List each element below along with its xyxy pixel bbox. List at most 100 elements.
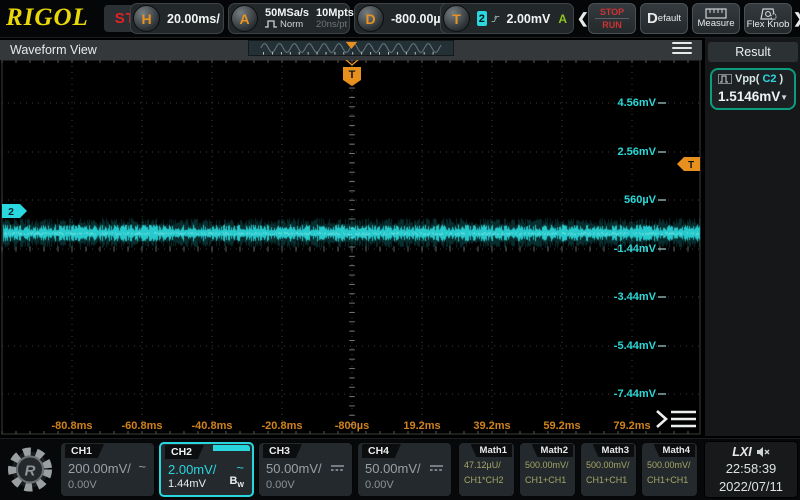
t-axis-label: -80.8ms xyxy=(40,420,104,432)
marker-overlay: T 2 T xyxy=(0,38,702,436)
rigol-logo: RIGOL xyxy=(6,4,89,32)
trigger-settings-group[interactable]: T 2 2.00mV A xyxy=(440,3,574,34)
ac-coupling-icon: ~ xyxy=(236,460,244,475)
acquire-knob[interactable]: A xyxy=(231,5,258,32)
trigger-source-badge: 2 xyxy=(477,11,487,26)
bandwidth-limit-badge: BW xyxy=(229,475,244,489)
waveform-view-title: Waveform View xyxy=(10,43,97,57)
v-axis-label: 2.56mV xyxy=(617,146,656,159)
measurement-dropdown-caret[interactable]: ▼ xyxy=(780,93,788,102)
horizontal-knob[interactable]: H xyxy=(133,5,160,32)
t-axis-label: 79.2ms xyxy=(600,420,664,432)
ch2-offset: 1.44mV xyxy=(168,478,206,490)
math3-expression: CH1+CH1 xyxy=(586,475,627,485)
flex-knob-label: Flex Knob xyxy=(747,20,790,30)
math3-scale: 500.00mV/ xyxy=(586,460,630,470)
t-axis-label: -40.8ms xyxy=(180,420,244,432)
toolbar-prev-chevron[interactable]: ❮ xyxy=(577,10,589,27)
pulse-icon xyxy=(265,20,278,28)
ch4-offset: 0.00V xyxy=(365,479,394,491)
v-axis-label: 560µV xyxy=(624,194,656,207)
t-axis-label: 59.2ms xyxy=(530,420,594,432)
ch2-tab: CH2 xyxy=(165,445,204,459)
math-card-math1[interactable]: Math1 47.12µU/ CH1*CH2 xyxy=(458,442,515,497)
ch1-scale: 200.00mV/ xyxy=(68,461,131,476)
timebase-overview-strip[interactable] xyxy=(248,40,454,56)
v-axis-label: -5.44mV xyxy=(614,340,656,353)
t-axis-label: -60.8ms xyxy=(110,420,174,432)
memory-depth-value: 10Mpts xyxy=(316,8,354,19)
sample-interval-value: 20ns/pt xyxy=(316,19,354,30)
rising-edge-icon xyxy=(491,12,500,26)
default-button[interactable]: Default xyxy=(640,3,688,34)
trigger-level-marker[interactable]: T xyxy=(677,157,700,171)
trigger-position-flag[interactable]: T xyxy=(343,67,361,86)
math-card-math3[interactable]: Math3 500.00mV/ CH1+CH1 xyxy=(580,442,637,497)
math-card-math2[interactable]: Math2 500.00mV/ CH1+CH1 xyxy=(519,442,576,497)
v-axis-label: -1.44mV xyxy=(614,243,656,256)
system-time: 22:58:39 xyxy=(705,461,797,476)
v-axis-label: -7.44mV xyxy=(614,388,656,401)
delay-knob[interactable]: D xyxy=(357,5,384,32)
ch4-scale: 50.00mV/ xyxy=(365,461,421,476)
acquire-mode-value: Norm xyxy=(280,19,303,30)
ch4-tab: CH4 xyxy=(362,444,401,458)
math2-scale: 500.00mV/ xyxy=(525,460,569,470)
dc-coupling-icon xyxy=(430,464,443,472)
math4-tab: Math4 xyxy=(654,444,695,457)
math1-scale: 47.12µU/ xyxy=(464,460,501,470)
t-axis-label: -800µs xyxy=(320,420,384,432)
channel2-offset-marker[interactable]: 2 xyxy=(2,204,27,218)
math4-scale: 500.00mV/ xyxy=(647,460,691,470)
ch3-offset: 0.00V xyxy=(266,479,295,491)
trigger-level-label: T xyxy=(688,160,694,171)
trigger-mode-indicator: A xyxy=(558,12,567,26)
channel-card-ch4[interactable]: CH4 50.00mV/ 0.00V xyxy=(357,442,452,497)
horizontal-scale-value: 20.00ms/ xyxy=(167,12,220,26)
horizontal-settings-group[interactable]: H 20.00ms/ xyxy=(130,3,224,34)
ch2-scale: 2.00mV/ xyxy=(168,462,216,477)
measurement-source: C2 xyxy=(762,73,776,85)
math2-tab: Math2 xyxy=(532,444,573,457)
measurement-value: 1.5146mV xyxy=(718,89,780,104)
lxi-logo: LXI xyxy=(732,445,751,459)
trigger-level-value: 2.00mV xyxy=(507,12,551,26)
channel-card-ch2[interactable]: CH2 2.00mV/ ~ 1.44mV BW xyxy=(159,442,254,497)
ch3-scale: 50.00mV/ xyxy=(266,461,322,476)
math2-expression: CH1+CH1 xyxy=(525,475,566,485)
result-panel: Result Vpp(C2) 1.5146mV ▼ xyxy=(704,38,800,436)
channel-card-ch3[interactable]: CH3 50.00mV/ 0.00V xyxy=(258,442,353,497)
flex-knob-button[interactable]: Flex Knob xyxy=(744,3,792,34)
ch1-tab: CH1 xyxy=(65,444,104,458)
acquire-settings-group[interactable]: A 50MSa/s Norm 10Mpts 20ns/pt xyxy=(228,3,350,34)
hamburger-menu-icon[interactable] xyxy=(672,42,692,54)
system-date: 2022/07/11 xyxy=(705,479,797,494)
dc-coupling-icon xyxy=(331,464,344,472)
flex-knob-icon xyxy=(757,8,779,20)
run-label: RUN xyxy=(595,20,629,30)
trigger-knob[interactable]: T xyxy=(443,5,470,32)
math1-expression: CH1*CH2 xyxy=(464,475,504,485)
speaker-muted-icon xyxy=(756,446,770,458)
v-axis-label: -3.44mV xyxy=(614,291,656,304)
math-card-math4[interactable]: Math4 500.00mV/ CH1+CH1 xyxy=(641,442,698,497)
math4-expression: CH1+CH1 xyxy=(647,475,688,485)
system-status-panel[interactable]: LXI 22:58:39 2022/07/11 xyxy=(704,441,798,498)
measure-button[interactable]: Measure xyxy=(692,3,740,34)
channel-card-ch1[interactable]: CH1 200.00mV/ ~ 0.00V xyxy=(60,442,155,497)
ch2-active-strip xyxy=(213,445,250,451)
channel2-marker-label: 2 xyxy=(8,206,14,218)
waveform-display-area[interactable]: T 2 T 4.56mV 2.56mV 560µV -1.44mV -3.44m… xyxy=(0,38,702,436)
t-axis-label: 19.2ms xyxy=(390,420,454,432)
ac-coupling-icon: ~ xyxy=(138,459,146,474)
default-rest: efault xyxy=(658,14,681,24)
stop-run-button[interactable]: STOP RUN xyxy=(588,3,636,34)
vpp-measurement-item[interactable]: Vpp(C2) 1.5146mV ▼ xyxy=(710,68,796,110)
utility-gear-button[interactable]: R xyxy=(3,442,57,497)
measurement-name: Vpp( xyxy=(735,73,759,85)
math1-tab: Math1 xyxy=(471,444,512,457)
top-status-bar: RIGOL STOP H 20.00ms/ A 50MSa/s Norm 10M… xyxy=(0,0,800,38)
default-initial: D xyxy=(647,14,658,24)
toolbar-next-chevron[interactable]: ❯ xyxy=(793,10,800,27)
channel-status-bar: R CH1 200.00mV/ ~ 0.00V CH2 2.00mV/ ~ 1.… xyxy=(0,438,800,500)
